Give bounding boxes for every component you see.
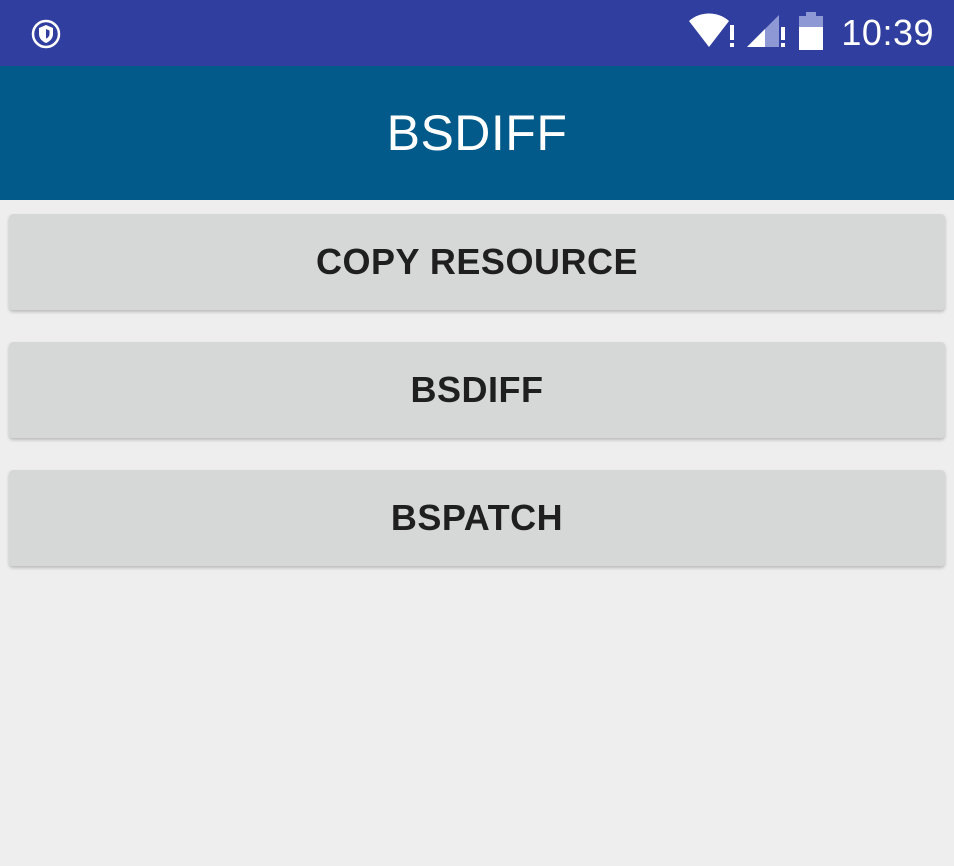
bsdiff-button[interactable]: BSDIFF — [9, 342, 945, 438]
bspatch-button[interactable]: BSPATCH — [9, 470, 945, 566]
status-time: 10:39 — [841, 12, 934, 53]
cell-signal-alert-icon — [747, 11, 787, 56]
copy-resource-button[interactable]: COPY RESOURCE — [9, 214, 945, 310]
app-screen: 10:39 BSDIFF COPY RESOURCE BSDIFF BSPATC… — [0, 0, 954, 866]
app-bar: BSDIFF — [0, 66, 954, 200]
shield-notification-icon — [30, 18, 62, 50]
wifi-alert-icon — [689, 11, 737, 56]
battery-icon — [797, 11, 825, 56]
app-title: BSDIFF — [386, 105, 568, 161]
status-icons: 10:39 — [689, 0, 934, 66]
status-bar: 10:39 — [0, 0, 954, 66]
